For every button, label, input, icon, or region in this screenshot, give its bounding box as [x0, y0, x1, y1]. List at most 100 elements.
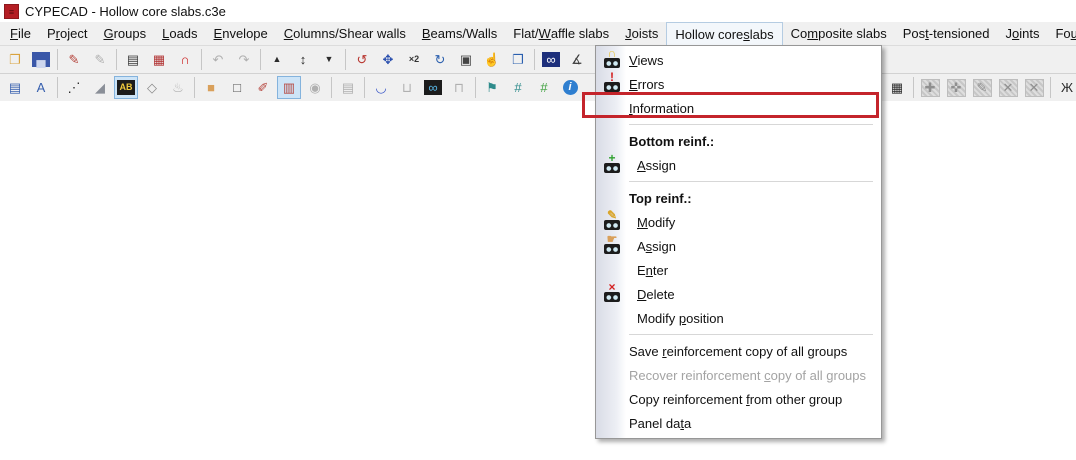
- undo-icon[interactable]: ↶: [206, 48, 230, 71]
- drawing-canvas[interactable]: [0, 101, 1076, 460]
- menu-item-label: Top reinf.:: [629, 190, 692, 206]
- menubar-item-groups[interactable]: Groups: [95, 22, 154, 45]
- fire-resistance-disabled-icon[interactable]: ♨: [166, 76, 190, 99]
- menubar-item-beams-walls[interactable]: Beams/Walls: [414, 22, 505, 45]
- menubar-item-composite-slabs[interactable]: Co m posite slabs: [783, 22, 895, 45]
- toolbar-separator: [260, 49, 261, 70]
- menu-item-panel-data[interactable]: Panel data: [596, 411, 881, 435]
- toolbar-secondary: ▤A⋰◢AB◇♨■□✐▥◉▤◡⊔∞⊓⚑##i≀ ▦✚✜✎✕✕Ж: [0, 74, 1076, 102]
- save-icon[interactable]: ▄: [29, 48, 53, 71]
- menubar-item-flat-waffle-slabs[interactable]: Flat/Waffle slabs: [505, 22, 617, 45]
- dimension-icon[interactable]: ∡: [565, 48, 589, 71]
- menubar-item-project[interactable]: Pr oject: [39, 22, 95, 45]
- menu-item-label: Assign: [637, 157, 677, 173]
- mesh-delete-icon[interactable]: ✕: [996, 76, 1020, 99]
- menu-item-delete[interactable]: × Delete: [596, 281, 881, 306]
- menu-item-label: Copy reinforcement from other group: [629, 391, 843, 407]
- group-down-icon[interactable]: ▼: [317, 48, 341, 71]
- menu-item-modify[interactable]: ✎ Modify: [596, 209, 881, 234]
- toolbar-secondary-left: ▤A⋰◢AB◇♨■□✐▥◉▤◡⊔∞⊓⚑##i≀: [2, 76, 609, 99]
- mesh-edit-icon[interactable]: ✎: [970, 76, 994, 99]
- menu-item-assign[interactable]: ☛ Assign: [596, 233, 881, 258]
- cypecad-window: ≡ CYPECAD - Hollow core slabs.c3e File Pr…: [0, 0, 1076, 460]
- zoom-previous-icon[interactable]: ↺: [350, 48, 374, 71]
- mesh-clear-icon[interactable]: ✕: [1022, 76, 1046, 99]
- menu-header-bottom-reinf: Bottom reinf.:: [596, 129, 881, 153]
- view-3d-solid-icon[interactable]: ■: [199, 76, 223, 99]
- structure-3d-icon[interactable]: #: [506, 76, 530, 99]
- tag-icon[interactable]: ◇: [140, 76, 164, 99]
- hollow-core-section-icon[interactable]: ∞: [421, 76, 445, 99]
- menu-item-save-reinforcement-copy-of-all-groups[interactable]: Save reinforcement copy of all groups: [596, 339, 881, 363]
- menu-item-copy-reinforcement-from-other-group[interactable]: Copy reinforcement from other group: [596, 387, 881, 411]
- menubar-item-loads[interactable]: Loads: [154, 22, 205, 45]
- toolbar-separator: [57, 77, 58, 98]
- deformed-3d-icon[interactable]: #: [532, 76, 556, 99]
- menu-header-top-reinf: Top reinf.:: [596, 186, 881, 210]
- beam-edit-icon[interactable]: ✐: [251, 76, 275, 99]
- toolbar-separator: [57, 49, 58, 70]
- zoom-extents-icon[interactable]: ✥: [376, 48, 400, 71]
- view-3d-wire-icon[interactable]: □: [225, 76, 249, 99]
- assign-add-slab-icon: +: [602, 152, 622, 174]
- info-icon[interactable]: i: [558, 76, 582, 99]
- menu-separator: [629, 334, 873, 335]
- toolbar-separator: [475, 77, 476, 98]
- menubar-item-joints[interactable]: Jo ints: [998, 22, 1048, 45]
- menu-item-recover-reinforcement-copy-of-all-groups[interactable]: Recover reinforcement copy of all groups: [596, 363, 881, 387]
- magnet-snap-icon[interactable]: ∩: [173, 48, 197, 71]
- pan-icon[interactable]: ☝: [480, 48, 504, 71]
- title-bar: ≡ CYPECAD - Hollow core slabs.c3e: [0, 0, 1076, 22]
- menu-item-label: Modify position: [637, 310, 724, 326]
- mesh-add-alt-icon[interactable]: ✜: [944, 76, 968, 99]
- group-select-icon[interactable]: ↕: [291, 48, 315, 71]
- ramp-icon[interactable]: ◢: [88, 76, 112, 99]
- joint-detail-icon[interactable]: Ж: [1055, 76, 1076, 99]
- open-file-icon[interactable]: ❐: [3, 48, 27, 71]
- labels-ab-icon[interactable]: AB: [114, 76, 138, 99]
- full-window-icon[interactable]: ❐: [506, 48, 530, 71]
- menu-item-label: Delete: [637, 286, 675, 302]
- hollow-slab-disabled-icon[interactable]: ⊔: [395, 76, 419, 99]
- zoom-x2-icon[interactable]: ×2: [402, 48, 426, 71]
- edit-resources-icon[interactable]: ✎: [62, 48, 86, 71]
- menu-item-enter[interactable]: Enter: [596, 258, 881, 282]
- group-up-icon[interactable]: ▲: [265, 48, 289, 71]
- menubar-item-columns-shear-walls[interactable]: Columns/Shear walls: [276, 22, 414, 45]
- sling-view-icon[interactable]: ◡: [369, 76, 393, 99]
- redo-icon[interactable]: ↷: [232, 48, 256, 71]
- menu-item-label: Panel data: [629, 415, 692, 431]
- menu-item-label: Modify: [637, 214, 676, 230]
- menubar-item-joists[interactable]: Joists: [617, 22, 666, 45]
- menu-item-views[interactable]: ∩ Views: [596, 47, 881, 72]
- report-printer-icon[interactable]: ▤: [3, 76, 27, 99]
- beam-disabled-icon[interactable]: ◉: [303, 76, 327, 99]
- menu-item-label: Recover reinforcement copy of all groups: [629, 367, 867, 383]
- menubar-item-post-tensioned[interactable]: Pos t -tensioned: [895, 22, 998, 45]
- menubar-item-foundations[interactable]: Foundations: [1047, 22, 1076, 45]
- menu-item-modify-position[interactable]: Modify position: [596, 306, 881, 330]
- menu-item-assign[interactable]: + Assign: [596, 152, 881, 177]
- zoom-window-icon[interactable]: ▣: [454, 48, 478, 71]
- hollow-slab-disabled2-icon[interactable]: ⊓: [447, 76, 471, 99]
- menubar-item-file[interactable]: File: [2, 22, 39, 45]
- section-flag-icon[interactable]: ⚑: [480, 76, 504, 99]
- dxf-dwg-templates-icon[interactable]: ▤: [121, 48, 145, 71]
- beam-assign-icon[interactable]: ▥: [277, 76, 301, 99]
- search-binoculars-icon[interactable]: ∞: [539, 48, 563, 71]
- toolbar-separator: [1050, 77, 1051, 98]
- assign-hand-slab-icon: ☛: [602, 233, 622, 255]
- menu-item-label: Errors: [629, 76, 665, 92]
- menu-item-label: Bottom reinf.:: [629, 133, 715, 149]
- stairs-icon[interactable]: ⋰: [62, 76, 86, 99]
- menubar-item-hollow-core-slabs[interactable]: Hollow core s labs: [666, 22, 783, 45]
- mesh-add-icon[interactable]: ✚: [918, 76, 942, 99]
- redraw-icon[interactable]: ↻: [428, 48, 452, 71]
- edit-resources-disabled-icon[interactable]: ✎: [88, 48, 112, 71]
- dxf-dwg-layers-icon[interactable]: ▦: [147, 48, 171, 71]
- menubar-item-envelope[interactable]: Envelope: [206, 22, 276, 45]
- edit-text-icon[interactable]: A: [29, 76, 53, 99]
- wall-panel-disabled-icon[interactable]: ▤: [336, 76, 360, 99]
- window-title: CYPECAD - Hollow core slabs.c3e: [25, 3, 226, 19]
- mesh-hand-icon[interactable]: ▦: [885, 76, 909, 99]
